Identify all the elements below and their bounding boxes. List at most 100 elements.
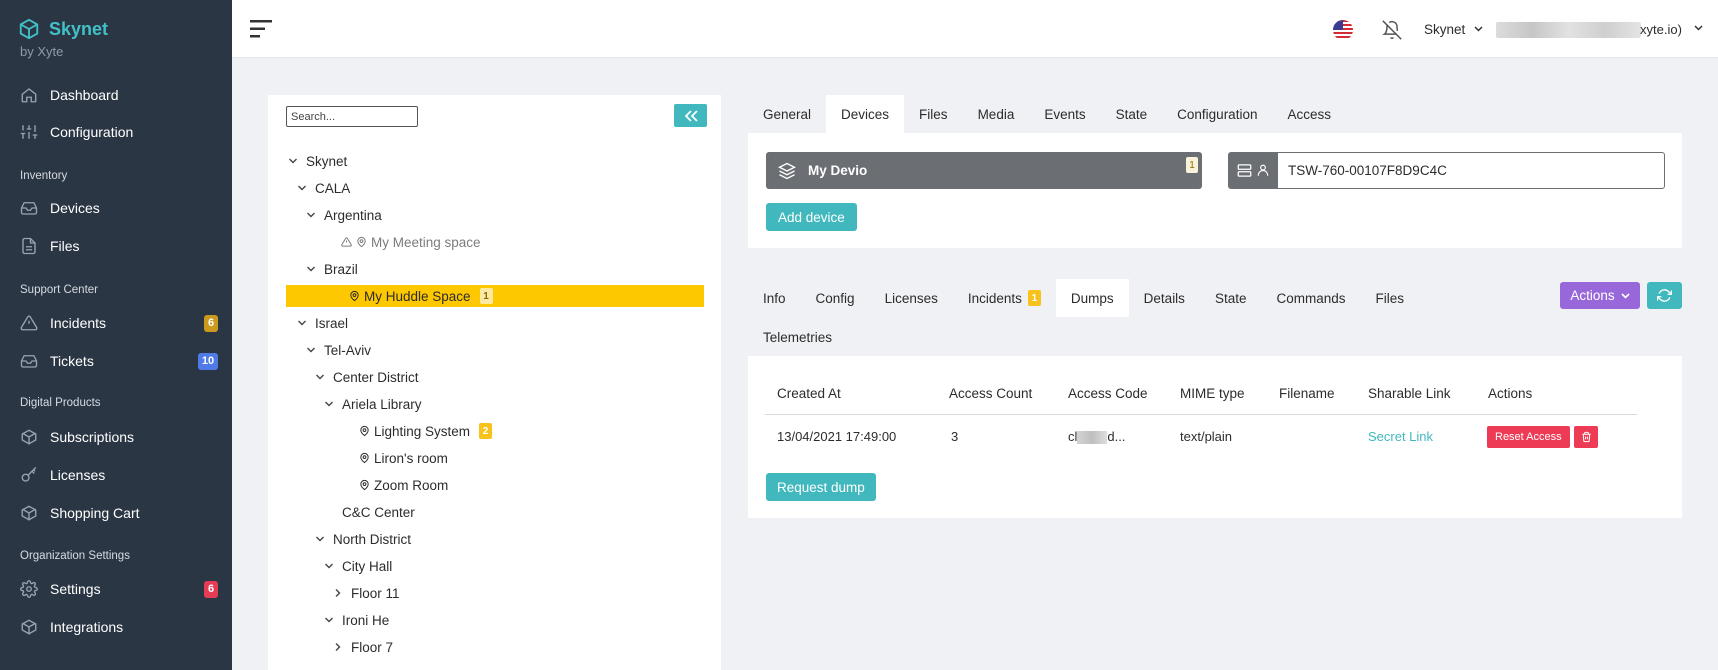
dump-created-at: 13/04/2021 17:49:00 — [777, 429, 897, 444]
sidebar-item-incidents[interactable]: Incidents 6 — [0, 307, 232, 339]
chevron-right-icon[interactable] — [333, 642, 343, 652]
tab-incidents[interactable]: Incidents 1 — [953, 279, 1056, 317]
chevron-down-icon[interactable] — [306, 264, 316, 274]
refresh-button[interactable] — [1647, 282, 1682, 309]
col-created-at: Created At — [777, 386, 841, 401]
tree-node[interactable]: Center District — [315, 366, 419, 388]
sidebar-item-files[interactable]: Files — [0, 230, 232, 262]
org-name[interactable]: Skynet — [1424, 22, 1465, 37]
tree-node[interactable]: Zoom Room — [359, 474, 448, 496]
chevron-right-icon[interactable] — [333, 588, 343, 598]
box-icon — [21, 429, 37, 445]
us-flag-icon[interactable] — [1333, 20, 1353, 40]
delete-dump-button[interactable] — [1574, 426, 1598, 448]
chevron-down-icon[interactable] — [1474, 26, 1483, 32]
tab-details[interactable]: Details — [1129, 279, 1200, 317]
tree-node[interactable]: Brazil — [306, 258, 358, 280]
tab-licenses[interactable]: Licenses — [870, 279, 953, 317]
tab-media[interactable]: Media — [963, 95, 1030, 133]
actions-dropdown-button[interactable]: Actions — [1560, 282, 1640, 309]
sidebar-item-tickets[interactable]: Tickets 10 — [0, 345, 232, 377]
tree-node-label: C&C Center — [342, 504, 415, 520]
chevron-down-icon[interactable] — [297, 318, 307, 328]
file-icon — [22, 237, 36, 255]
tree-node[interactable]: Tel-Aviv — [306, 339, 371, 361]
chevron-down-icon[interactable] — [324, 561, 334, 571]
sidebar-item-integrations[interactable]: Integrations — [0, 611, 232, 643]
tree-node[interactable]: Floor 11 — [333, 582, 400, 604]
tab-config[interactable]: Config — [801, 279, 870, 317]
tab-events[interactable]: Events — [1029, 95, 1100, 133]
section-digital-products: Digital Products — [20, 397, 101, 409]
tree-node-label: Zoom Room — [374, 477, 449, 493]
brand-logo[interactable]: Skynet — [18, 18, 108, 40]
tab-devices[interactable]: Devices — [826, 95, 905, 133]
tab-incidents-label: Incidents — [967, 290, 1022, 306]
request-dump-button[interactable]: Request dump — [766, 473, 876, 501]
tab-telemetries[interactable]: Telemetries — [748, 318, 847, 356]
tab-access[interactable]: Access — [1272, 95, 1346, 133]
tree-node[interactable]: North District — [315, 528, 411, 550]
add-device-button[interactable]: Add device — [766, 203, 857, 231]
sidebar-item-licenses[interactable]: Licenses — [0, 459, 232, 491]
tree-node[interactable]: C&C Center — [324, 501, 415, 523]
home-icon — [21, 88, 37, 103]
collapse-tree-button[interactable] — [674, 104, 707, 127]
chevron-down-icon[interactable] — [306, 345, 316, 355]
sidebar-item-configuration[interactable]: Configuration — [0, 116, 232, 148]
server-icon — [1237, 164, 1252, 177]
tab-general[interactable]: General — [748, 95, 826, 133]
chevron-down-icon[interactable] — [324, 615, 334, 625]
sidebar-item-label: Shopping Cart — [50, 505, 140, 521]
tree-node[interactable]: My Huddle Space 1 — [286, 285, 704, 307]
reset-access-button[interactable]: Reset Access — [1487, 426, 1570, 448]
chevron-down-icon[interactable] — [324, 399, 334, 409]
tree-node[interactable]: Lighting System 2 — [359, 420, 493, 442]
device-item[interactable]: My Devio 1 — [766, 152, 1202, 189]
sidebar-item-settings[interactable]: Settings 6 — [0, 573, 232, 605]
bell-off-icon[interactable] — [1382, 20, 1402, 40]
tree-search-input[interactable] — [286, 106, 418, 127]
section-support-center: Support Center — [20, 284, 98, 296]
tab-state[interactable]: State — [1200, 279, 1262, 317]
menu-toggle-icon[interactable] — [250, 20, 272, 38]
tab-commands[interactable]: Commands — [1261, 279, 1360, 317]
chevron-down-icon[interactable] — [288, 156, 298, 166]
tab-files[interactable]: Files — [904, 95, 963, 133]
chevron-down-icon[interactable] — [315, 534, 325, 544]
tree-node[interactable]: Argentina — [306, 204, 382, 226]
sidebar-item-dashboard[interactable]: Dashboard — [0, 79, 232, 111]
tree-node[interactable]: Ironi He — [324, 609, 389, 631]
space-tree-panel: Skynet CALA Argentina My Meeting space Brazi… — [268, 95, 721, 670]
tree-node[interactable]: City Hall — [324, 555, 392, 577]
dump-access-count: 3 — [951, 429, 959, 444]
chevron-down-icon[interactable] — [297, 183, 307, 193]
tab-configuration[interactable]: Configuration — [1162, 95, 1272, 133]
sidebar-item-devices[interactable]: Devices — [0, 192, 232, 224]
tab-info[interactable]: Info — [748, 279, 801, 317]
user-email[interactable]: xyte.io) — [1640, 22, 1682, 37]
device-serial-field[interactable]: TSW-760-00107F8D9C4C — [1228, 152, 1665, 189]
tab-dumps[interactable]: Dumps — [1055, 279, 1129, 317]
chevron-down-icon[interactable] — [1694, 25, 1703, 31]
tab-state[interactable]: State — [1101, 95, 1163, 133]
device-name: My Devio — [808, 163, 868, 178]
tree-node[interactable]: Skynet — [288, 150, 347, 172]
double-chevron-left-icon — [684, 109, 698, 122]
dump-access-code: cl d... — [1068, 429, 1125, 445]
tree-node[interactable]: CALA — [297, 177, 350, 199]
tree-node[interactable]: My Meeting space — [341, 231, 481, 253]
tree-node[interactable]: Ariela Library — [324, 393, 422, 415]
chevron-down-icon[interactable] — [306, 210, 316, 220]
tree-node[interactable]: Liron's room — [359, 447, 448, 469]
tree-node-label: My Huddle Space — [364, 288, 471, 304]
secret-link[interactable]: Secret Link — [1368, 429, 1433, 444]
tab-device-files[interactable]: Files — [1361, 279, 1420, 317]
tree-node[interactable]: Israel — [297, 312, 348, 334]
tree-node[interactable]: Floor 7 — [333, 636, 393, 658]
sidebar-item-subscriptions[interactable]: Subscriptions — [0, 421, 232, 453]
chevron-down-icon[interactable] — [315, 372, 325, 382]
sidebar-item-shopping-cart[interactable]: Shopping Cart — [0, 497, 232, 529]
refresh-icon — [1657, 289, 1672, 302]
sliders-icon — [20, 125, 38, 139]
